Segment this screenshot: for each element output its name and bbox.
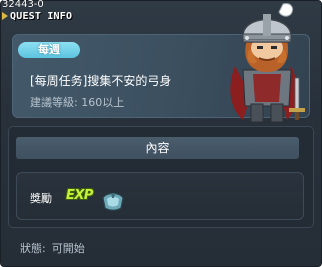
reward-label: 獎勵 [30,192,52,205]
exp-reward-icon[interactable]: EXP [66,188,93,203]
quest-name: [每周任务]搜集不安的弓身 [30,74,172,88]
armor-item-reward-icon[interactable] [100,190,126,212]
window-title: QUEST INFO [10,11,73,22]
status-value: 可開始 [51,242,85,255]
knight-npc-icon [230,3,305,123]
content-header: 內容 [16,137,299,159]
status-label: 狀態: [20,242,46,255]
quest-level-requirement: 建議等級: 160以上 [30,96,125,109]
reward-box [16,172,304,220]
quest-status: 狀態: 可開始 [20,240,91,256]
quest-id: 32443-0 [2,0,44,10]
weekly-badge: 每週 [18,42,80,58]
